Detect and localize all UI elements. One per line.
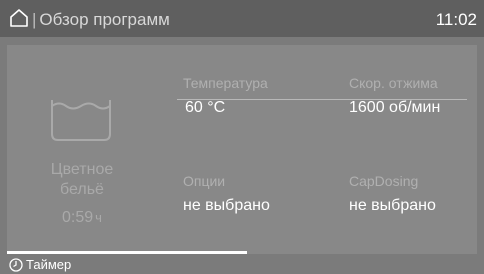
parameter-divider bbox=[177, 99, 467, 100]
program-name-line2: бельё bbox=[60, 181, 104, 198]
timer-icon[interactable] bbox=[9, 258, 23, 272]
options-label: Опции bbox=[183, 173, 226, 189]
progress-bar-fill bbox=[7, 251, 247, 254]
title-separator: | bbox=[32, 10, 37, 29]
header-bar: | Обзор программ 11:02 bbox=[0, 0, 484, 37]
program-name[interactable]: Цветное бельё bbox=[7, 160, 157, 200]
temperature-value[interactable]: 60 °C bbox=[185, 98, 225, 118]
capdosing-value[interactable]: не выбрано bbox=[349, 196, 436, 216]
progress-bar bbox=[7, 251, 477, 254]
page-title: | Обзор программ bbox=[32, 10, 170, 30]
program-duration-value: 0:59 bbox=[62, 209, 94, 226]
footer-bar: Таймер bbox=[0, 255, 484, 274]
program-panel: Цветное бельё 0:59 ч Температура 60 °C Ск… bbox=[7, 45, 477, 251]
page-title-text: Обзор программ bbox=[39, 10, 170, 29]
washbasin-icon bbox=[51, 100, 111, 141]
spin-speed-value[interactable]: 1600 об/мин bbox=[349, 98, 440, 118]
options-value[interactable]: не выбрано bbox=[183, 196, 270, 216]
home-icon[interactable] bbox=[9, 8, 29, 28]
clock: 11:02 bbox=[435, 10, 477, 29]
spin-speed-label: Скор. отжима bbox=[349, 75, 438, 91]
timer-button[interactable]: Таймер bbox=[26, 257, 71, 273]
temperature-label: Температура bbox=[183, 75, 268, 91]
program-duration-unit: ч bbox=[95, 210, 102, 225]
program-name-line1: Цветное bbox=[50, 161, 114, 178]
program-duration: 0:59 ч bbox=[7, 208, 157, 228]
capdosing-label: CapDosing bbox=[349, 173, 419, 189]
